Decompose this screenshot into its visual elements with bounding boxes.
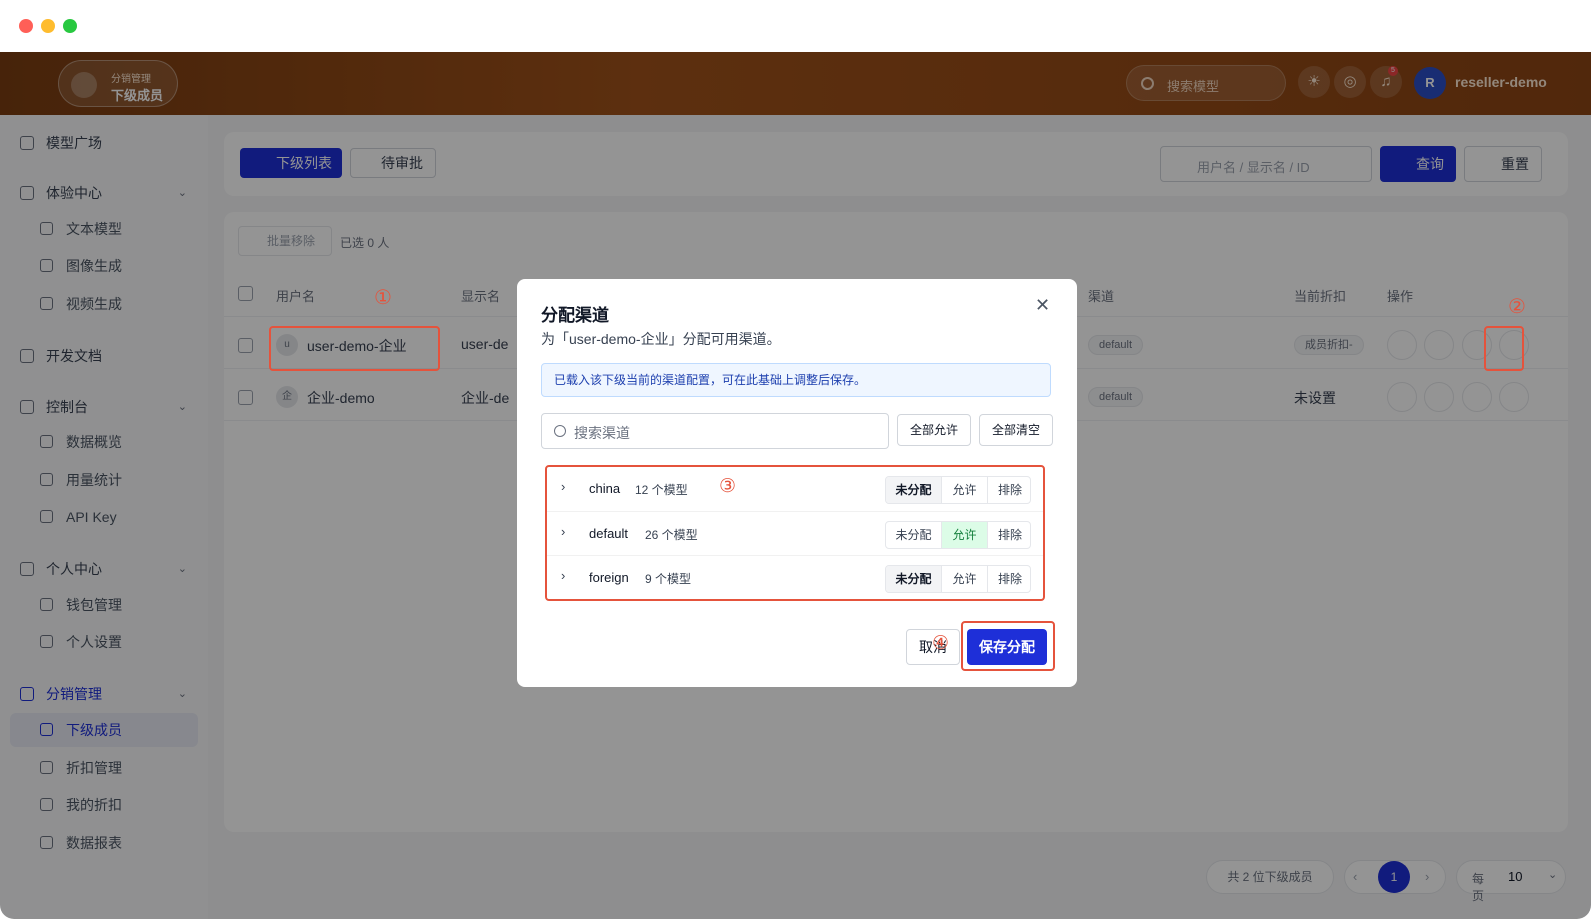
option-exclude[interactable]: 排除 — [988, 477, 1030, 503]
option-allow[interactable]: 允许 — [942, 566, 988, 592]
channel-search-placeholder: 搜索渠道 — [574, 425, 630, 441]
channel-list: › china 12 个模型 ③ 未分配 允许 排除 › default 26 … — [545, 465, 1045, 601]
option-unassigned[interactable]: 未分配 — [886, 477, 942, 503]
channel-row-foreign: › foreign 9 个模型 未分配 允许 排除 — [547, 555, 1043, 599]
annotation-number-1: ① — [374, 287, 392, 309]
annotation-number-2: ② — [1508, 296, 1526, 318]
window-titlebar — [0, 0, 1591, 52]
annotation-number-3: ③ — [719, 476, 737, 497]
channel-row-china: › china 12 个模型 ③ 未分配 允许 排除 — [547, 467, 1043, 511]
allow-all-button[interactable]: 全部允许 — [897, 414, 971, 446]
option-unassigned[interactable]: 未分配 — [886, 522, 942, 548]
channel-search-input[interactable]: 搜索渠道 — [541, 413, 889, 449]
close-icon[interactable]: ✕ — [1035, 295, 1050, 316]
channel-state-segment: 未分配 允许 排除 — [885, 565, 1031, 593]
app-window: 分销管理 下级成员 搜索模型 ☀ ◎ ♫ 5 R reseller-demo 模… — [0, 52, 1591, 919]
channel-name: china — [589, 481, 621, 496]
dialog-title: 分配渠道 — [541, 306, 609, 325]
option-allow[interactable]: 允许 — [942, 477, 988, 503]
info-banner: 已载入该下级当前的渠道配置，可在此基础上调整后保存。 — [541, 363, 1051, 397]
dialog-subtitle: 为「user-demo-企业」分配可用渠道。 — [541, 331, 781, 347]
channel-row-default: › default 26 个模型 未分配 允许 排除 — [547, 511, 1043, 555]
search-icon — [554, 425, 566, 437]
channel-name: default — [589, 526, 629, 541]
close-window-button[interactable] — [19, 19, 33, 33]
channel-model-count: 9 个模型 — [645, 572, 692, 586]
option-exclude[interactable]: 排除 — [988, 566, 1030, 592]
channel-name: foreign — [589, 570, 629, 585]
option-exclude[interactable]: 排除 — [988, 522, 1030, 548]
channel-model-count: 26 个模型 — [645, 528, 698, 542]
chevron-right-icon[interactable]: › — [561, 524, 565, 539]
channel-state-segment: 未分配 允许 排除 — [885, 476, 1031, 504]
chevron-right-icon[interactable]: › — [561, 479, 565, 494]
annotation-box-1 — [269, 326, 440, 371]
maximize-window-button[interactable] — [63, 19, 77, 33]
minimize-window-button[interactable] — [41, 19, 55, 33]
channel-state-segment: 未分配 允许 排除 — [885, 521, 1031, 549]
assign-channel-dialog: 分配渠道 为「user-demo-企业」分配可用渠道。 ✕ 已载入该下级当前的渠… — [517, 279, 1077, 687]
option-unassigned[interactable]: 未分配 — [886, 566, 942, 592]
chevron-right-icon[interactable]: › — [561, 568, 565, 583]
annotation-number-4: ④ — [932, 633, 950, 654]
option-allow[interactable]: 允许 — [942, 522, 988, 548]
channel-model-count: 12 个模型 — [635, 483, 688, 497]
annotation-box-2 — [1484, 326, 1524, 371]
save-assignment-button[interactable]: 保存分配 — [967, 629, 1047, 665]
clear-all-button[interactable]: 全部清空 — [979, 414, 1053, 446]
